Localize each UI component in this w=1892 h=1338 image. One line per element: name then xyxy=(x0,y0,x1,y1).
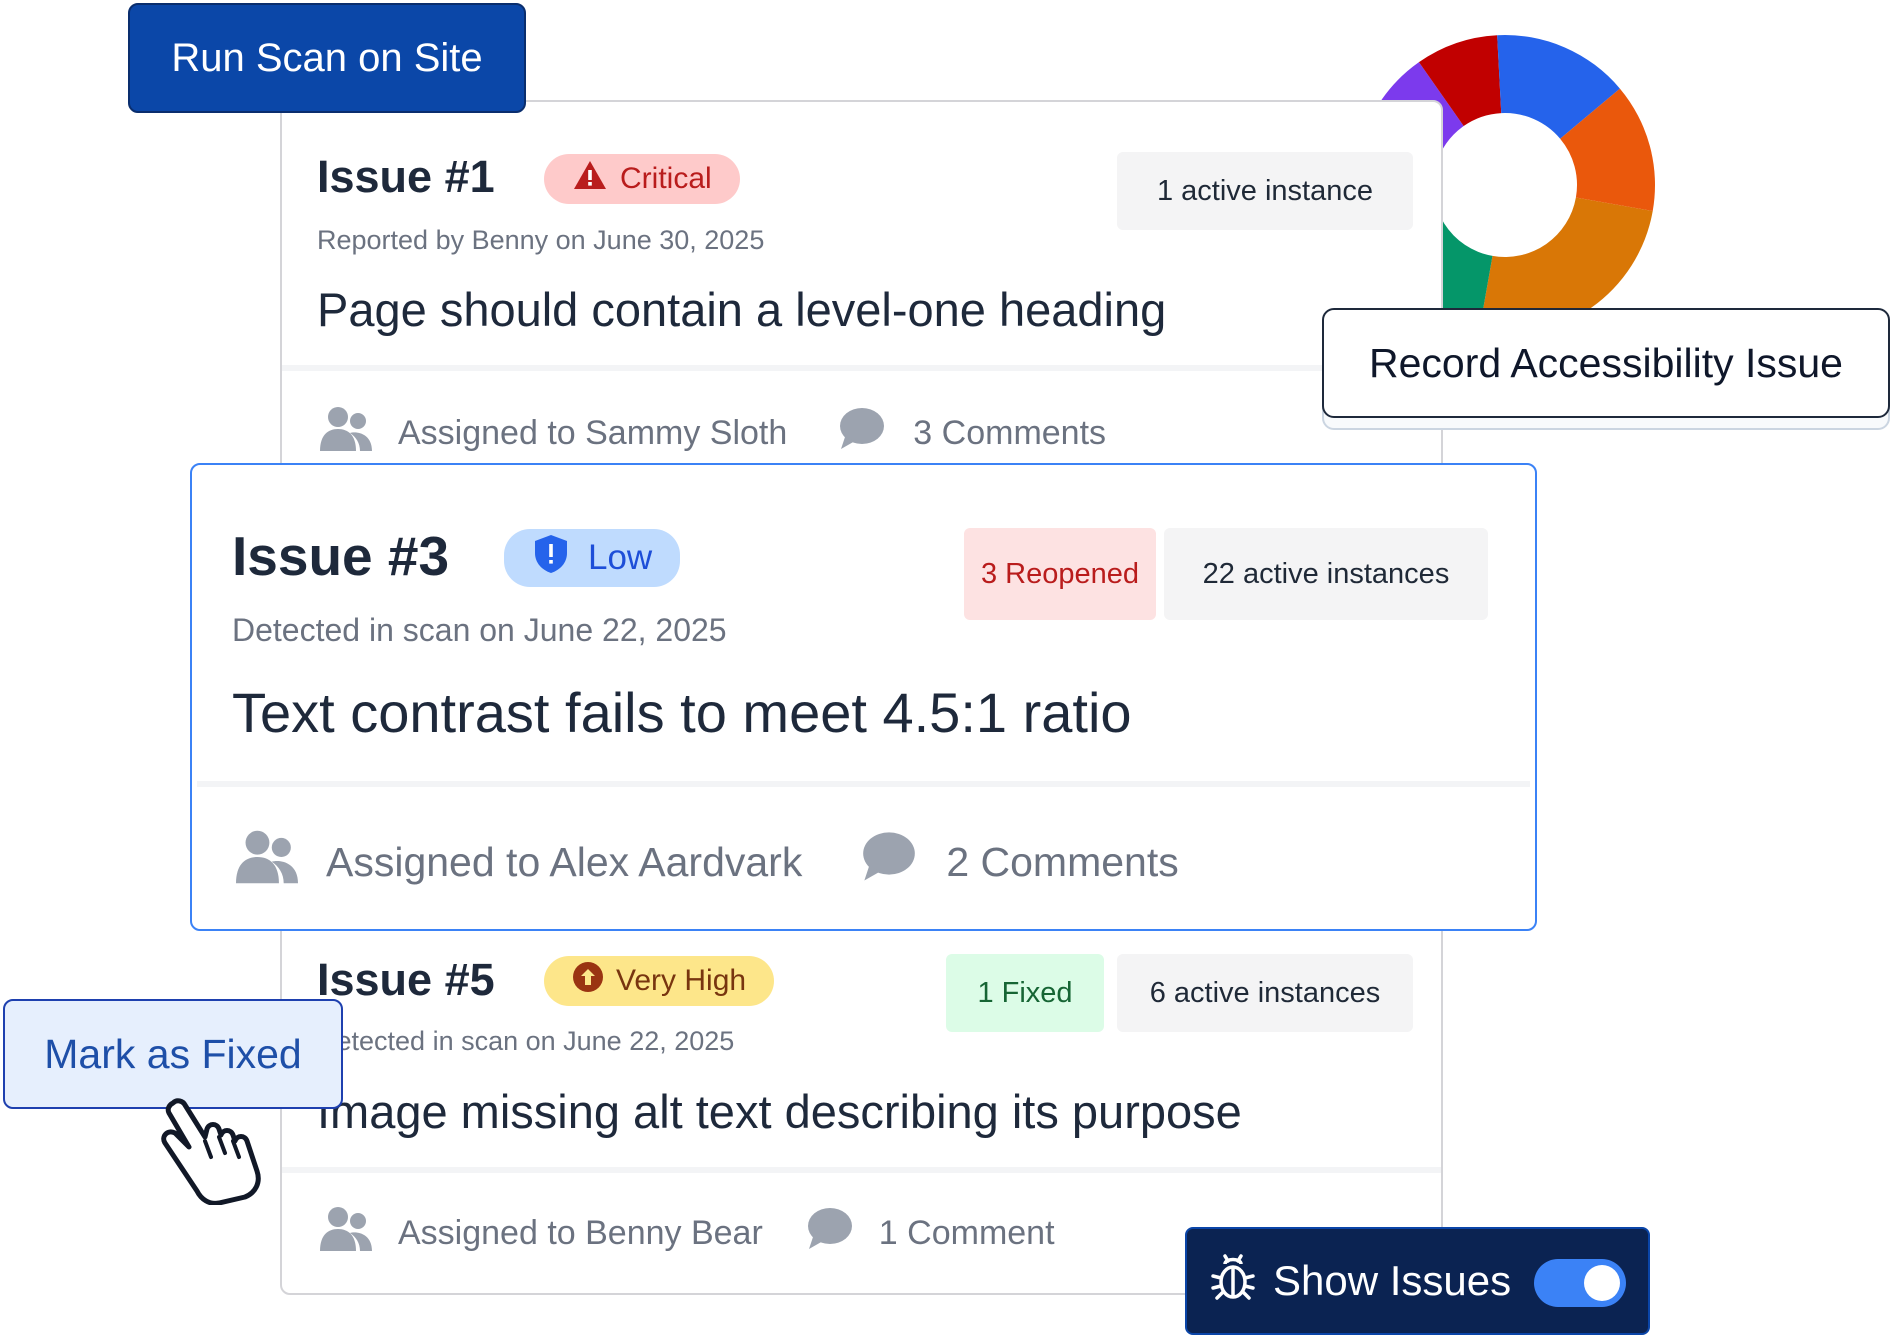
issue-title: Issue #5 xyxy=(317,954,495,1005)
active-instances-chip: 1 active instance xyxy=(1117,152,1413,230)
run-scan-button[interactable]: Run Scan on Site xyxy=(128,3,526,113)
fixed-chip: 1 Fixed xyxy=(946,954,1104,1032)
bug-icon xyxy=(1211,1252,1255,1310)
hand-pointer-icon xyxy=(161,1098,261,1205)
chat-bubble-icon[interactable] xyxy=(807,1207,853,1260)
card-divider xyxy=(197,781,1530,787)
mark-fixed-label: Mark as Fixed xyxy=(44,1030,302,1077)
comments-label[interactable]: 1 Comment xyxy=(879,1214,1055,1253)
comments-label[interactable]: 2 Comments xyxy=(946,839,1178,886)
issue-title: Issue #1 xyxy=(317,151,495,202)
severity-label: Critical xyxy=(620,162,712,195)
arrow-up-circle-icon xyxy=(572,961,604,1001)
warning-triangle-icon xyxy=(572,159,608,199)
people-icon xyxy=(320,1205,372,1262)
severity-badge-very-high: Very High xyxy=(544,956,775,1006)
issue-footer: Assigned to Benny Bear 1 Comment xyxy=(320,1205,1055,1262)
issue-meta: Detected in scan on June 22, 2025 xyxy=(232,612,727,648)
issue-footer: Assigned to Alex Aardvark 2 Comments xyxy=(236,828,1179,896)
chat-bubble-icon[interactable] xyxy=(839,407,885,460)
show-issues-toggle-button[interactable]: Show Issues xyxy=(1185,1227,1650,1335)
reopened-chip: 3 Reopened xyxy=(964,528,1156,620)
record-accessibility-issue-button[interactable]: Record Accessibility Issue xyxy=(1322,308,1890,418)
severity-label: Low xyxy=(588,538,653,577)
issue-meta: Reported by Benny on June 30, 2025 xyxy=(317,225,765,255)
severity-badge-critical: Critical xyxy=(544,154,740,204)
active-instances-chip: 22 active instances xyxy=(1164,528,1488,620)
shield-icon xyxy=(532,533,570,584)
switch-knob xyxy=(1584,1265,1620,1301)
card-divider xyxy=(282,365,1441,371)
issue-description: Text contrast fails to meet 4.5:1 ratio xyxy=(232,681,1132,744)
issue-meta: Detected in scan on June 22, 2025 xyxy=(317,1026,735,1056)
run-scan-label: Run Scan on Site xyxy=(171,35,483,80)
record-issue-label: Record Accessibility Issue xyxy=(1369,339,1843,386)
chat-bubble-icon[interactable] xyxy=(862,831,916,893)
severity-badge-low: Low xyxy=(504,529,681,587)
issue-description: Image missing alt text describing its pu… xyxy=(317,1085,1242,1138)
card-divider xyxy=(282,1167,1441,1173)
show-issues-switch[interactable] xyxy=(1534,1259,1626,1307)
people-icon xyxy=(320,405,372,462)
assignee-label: Assigned to Alex Aardvark xyxy=(326,838,803,885)
people-icon xyxy=(236,828,298,896)
issue-description: Page should contain a level-one heading xyxy=(317,283,1167,336)
show-issues-label: Show Issues xyxy=(1273,1257,1512,1304)
issue-footer: Assigned to Sammy Sloth 3 Comments xyxy=(320,405,1106,462)
severity-label: Very High xyxy=(616,964,747,997)
issue-title: Issue #3 xyxy=(232,525,450,587)
assignee-label: Assigned to Benny Bear xyxy=(398,1214,763,1252)
comments-label[interactable]: 3 Comments xyxy=(913,414,1106,453)
assignee-label: Assigned to Sammy Sloth xyxy=(398,414,788,452)
mark-as-fixed-button[interactable]: Mark as Fixed xyxy=(3,999,343,1109)
active-instances-chip: 6 active instances xyxy=(1117,954,1413,1032)
